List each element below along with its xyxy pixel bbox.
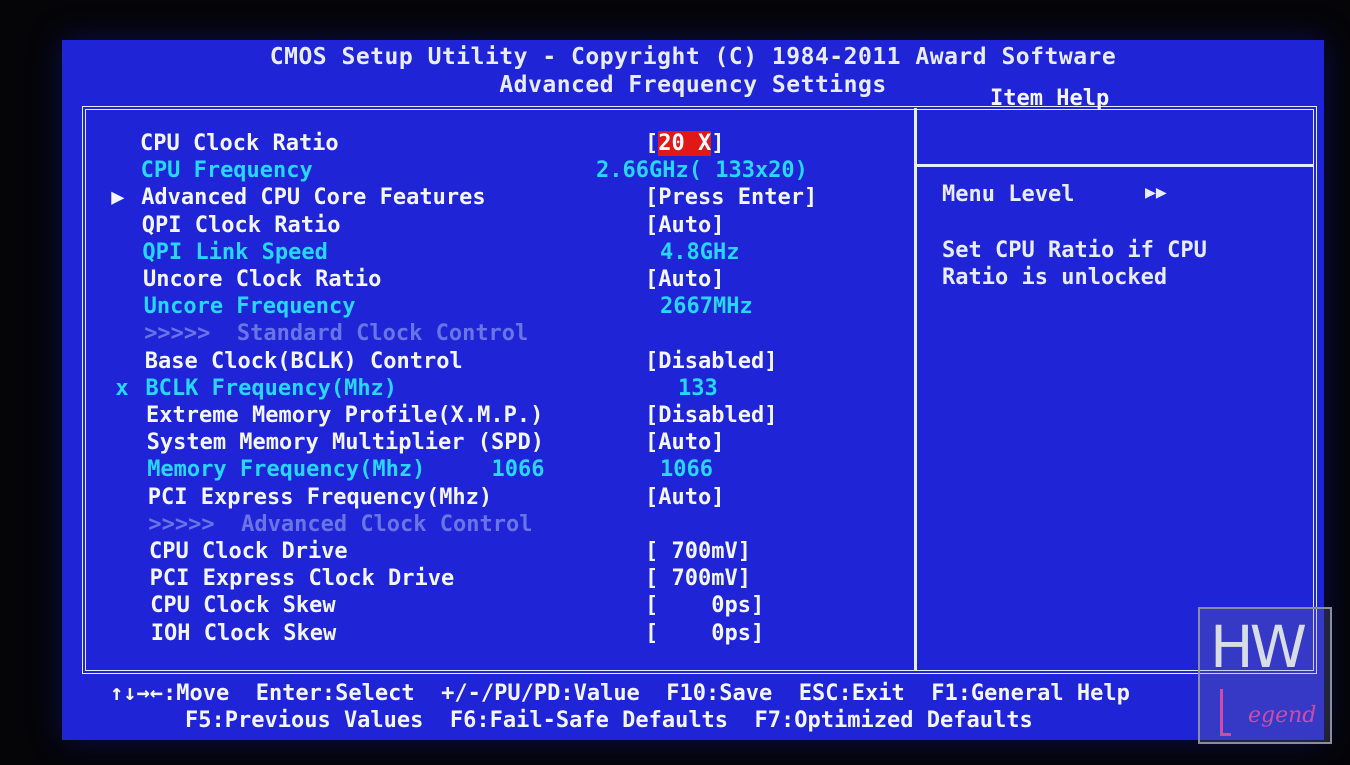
page-title: Advanced Frequency Settings: [499, 72, 887, 98]
watermark-logo: HW egend: [1198, 607, 1332, 744]
watermark-text: HW: [1210, 613, 1307, 681]
menu-level-arrows-icon: ▶▶: [1145, 182, 1167, 203]
setting-value[interactable]: [Auto]: [645, 485, 724, 511]
setting-label[interactable]: PCI Express Frequency(Mhz): [148, 485, 492, 511]
setting-label: QPI Link Speed: [142, 239, 328, 265]
header-title: CMOS Setup Utility - Copyright (C) 1984-…: [269, 44, 1117, 70]
setting-value[interactable]: [Disabled]: [645, 403, 777, 429]
setting-value: 4.8GHz: [660, 239, 740, 265]
setting-label: Uncore Frequency: [143, 294, 356, 320]
setting-value[interactable]: [ 700mV]: [645, 566, 751, 592]
submenu-arrow-icon: ▶: [111, 185, 125, 211]
setting-value[interactable]: [Auto]: [645, 213, 724, 239]
setting-value-bracket-close: ]: [711, 131, 725, 156]
help-text-line1: Set CPU Ratio if CPU: [942, 238, 1207, 263]
setting-value[interactable]: [Press Enter]: [645, 185, 817, 211]
setting-value[interactable]: [Disabled]: [645, 349, 777, 375]
menu-level-label: Menu Level: [942, 182, 1075, 207]
setting-label[interactable]: Uncore Clock Ratio: [143, 267, 381, 293]
footer-keys-line2: F5:Previous Values F6:Fail-Safe Defaults…: [185, 708, 1033, 733]
setting-label[interactable]: Base Clock(BCLK) Control: [145, 349, 463, 375]
setting-label[interactable]: CPU Clock Skew: [150, 593, 335, 619]
panel-divider: [914, 108, 917, 671]
setting-label[interactable]: System Memory Multiplier (SPD): [147, 430, 544, 456]
setting-value: 2667MHz: [660, 294, 753, 320]
setting-label[interactable]: CPU Clock Drive: [149, 539, 348, 565]
disabled-x-icon: x: [115, 375, 129, 401]
setting-label[interactable]: CPU Clock Ratio: [140, 131, 339, 157]
setting-label[interactable]: IOH Clock Skew: [151, 621, 336, 647]
setting-label[interactable]: QPI Clock Ratio: [142, 213, 341, 239]
help-title: Item Help: [990, 86, 1110, 111]
setting-value[interactable]: [ 700mV]: [645, 539, 751, 565]
watermark-subtext: egend: [1248, 703, 1317, 728]
setting-value[interactable]: [ 0ps]: [645, 593, 764, 619]
setting-label: CPU Frequency: [140, 158, 313, 184]
help-text-line2: Ratio is unlocked: [942, 265, 1168, 290]
setting-value: 133: [678, 375, 718, 401]
setting-label: BCLK Frequency(Mhz): [145, 375, 398, 401]
setting-label[interactable]: Extreme Memory Profile(X.M.P.): [146, 403, 543, 429]
setting-value[interactable]: [20 X]: [645, 131, 724, 157]
header: CMOS Setup Utility - Copyright (C) 1984-…: [62, 40, 1324, 110]
setting-label[interactable]: PCI Express Clock Drive: [150, 566, 455, 592]
help-separator: [917, 164, 1313, 167]
setting-value[interactable]: [Auto]: [645, 430, 724, 456]
setting-label: >>>>> Standard Clock Control: [144, 321, 529, 347]
setting-value: 1066: [660, 457, 713, 483]
setting-value: 2.66GHz( 133x20): [596, 158, 808, 184]
setting-value[interactable]: [ 0ps]: [645, 621, 764, 647]
setting-label: Memory Frequency(Mhz) 1066: [147, 457, 545, 483]
footer-keys-line1: ↑↓→←:Move Enter:Select +/-/PU/PD:Value F…: [110, 681, 1130, 706]
selected-value-highlight[interactable]: 20 X: [658, 131, 712, 156]
setting-value[interactable]: [Auto]: [645, 267, 724, 293]
watermark-l-shape: [1220, 689, 1231, 736]
setting-value-bracket-open: [: [645, 131, 659, 156]
setting-label: >>>>> Advanced Clock Control: [148, 511, 533, 537]
setting-label[interactable]: Advanced CPU Core Features: [141, 185, 485, 211]
